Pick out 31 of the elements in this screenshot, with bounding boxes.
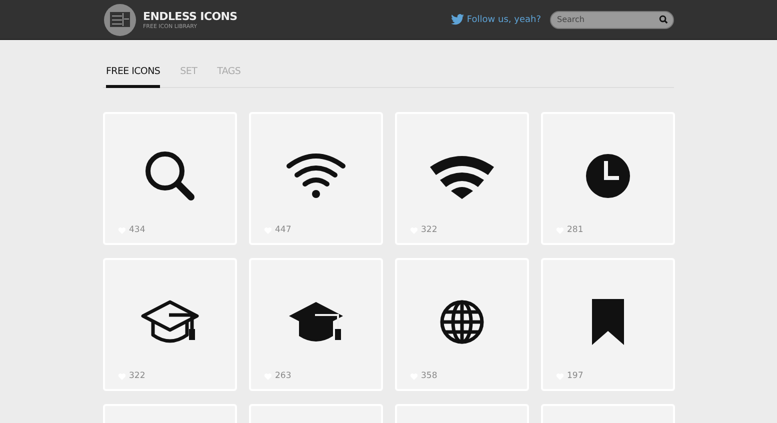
like-count: 447	[275, 225, 292, 235]
like-count: 322	[129, 371, 146, 381]
icon-card[interactable]: 263	[249, 258, 383, 391]
clock-icon	[585, 152, 631, 198]
icon-card[interactable]: 281	[541, 112, 675, 245]
icon-card[interactable]: 322	[395, 112, 529, 245]
globe-icon	[439, 298, 485, 344]
like-count: 197	[567, 371, 584, 381]
follow-link[interactable]: Follow us, yeah?	[466, 14, 541, 24]
search-icon[interactable]	[659, 15, 668, 24]
bird-icon[interactable]	[450, 14, 464, 25]
icon-card[interactable]: 434	[103, 112, 237, 245]
tab[interactable]: TAGS	[217, 64, 241, 88]
like-count: 281	[567, 225, 584, 235]
like-count: 434	[129, 225, 146, 235]
logo[interactable]	[104, 4, 136, 36]
icon-card[interactable]: 197	[541, 258, 675, 391]
tab[interactable]: SET	[180, 64, 198, 88]
site-title: ENDLESS ICONS	[143, 10, 238, 22]
tab[interactable]: FREE ICONS	[106, 64, 160, 88]
icon-card[interactable]: 447	[249, 112, 383, 245]
like-count: 358	[421, 371, 438, 381]
like-count: 263	[275, 371, 292, 381]
magnifier-icon	[143, 148, 197, 202]
icon-card[interactable]: 358	[395, 258, 529, 391]
wifi-icon	[286, 152, 346, 200]
graduation-cap-icon	[141, 298, 199, 344]
like-count: 322	[421, 225, 438, 235]
search-field[interactable]: Search	[550, 10, 674, 28]
icon-card[interactable]: 322	[103, 258, 237, 391]
bookmark-icon	[592, 298, 624, 344]
